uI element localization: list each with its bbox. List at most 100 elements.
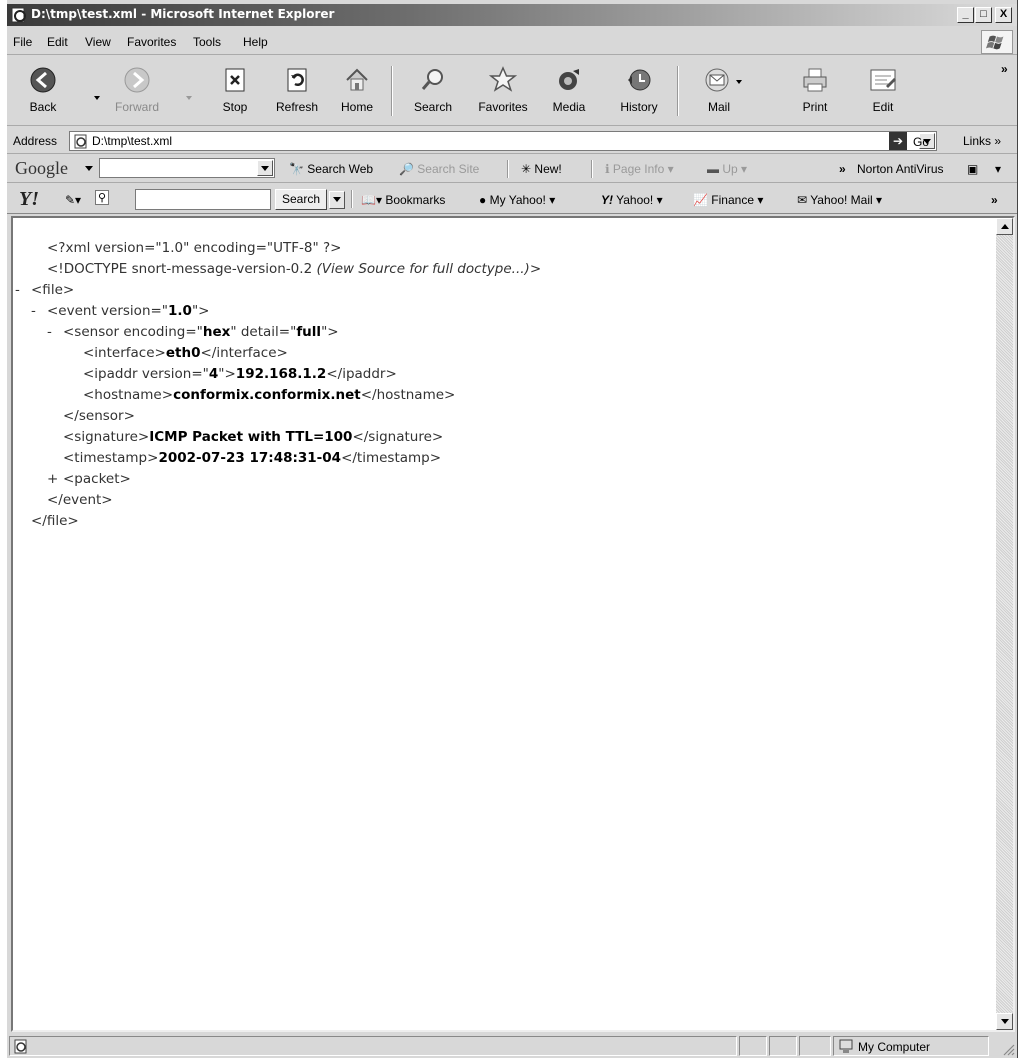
- google-menu-dropdown-icon[interactable]: [85, 166, 93, 172]
- ipaddr-line: <ipaddr version="4">192.168.1.2</ipaddr>: [83, 366, 397, 382]
- scroll-down-button[interactable]: [996, 1013, 1013, 1030]
- menu-bar: File Edit View Favorites Tools Help: [7, 29, 1017, 55]
- my-yahoo-label: My Yahoo!: [489, 193, 546, 207]
- search-web-label: Search Web: [307, 162, 374, 176]
- search-button[interactable]: Search: [401, 66, 465, 122]
- my-yahoo-icon: ●: [479, 193, 487, 207]
- home-label: Home: [340, 100, 373, 114]
- zone-label: My Computer: [858, 1040, 931, 1054]
- status-pane: [799, 1036, 831, 1056]
- yahoo-more-chevron[interactable]: »: [991, 193, 998, 207]
- edit-button[interactable]: Edit: [851, 66, 915, 122]
- up-button[interactable]: ▬ Up ▾: [707, 162, 747, 176]
- collapse-toggle[interactable]: -: [15, 282, 31, 298]
- sensor-open-line: - <sensor encoding="hex" detail="full">: [47, 324, 339, 340]
- folder-up-icon: ▬: [707, 162, 719, 176]
- interface-line: <interface>eth0</interface>: [83, 345, 288, 361]
- address-label: Address: [13, 134, 58, 148]
- ie-page-icon: [74, 134, 87, 149]
- stop-button[interactable]: Stop: [203, 66, 267, 122]
- go-label: Go: [913, 135, 930, 149]
- back-button[interactable]: Back: [11, 66, 75, 122]
- info-icon: ℹ: [605, 162, 610, 176]
- address-field[interactable]: [69, 131, 937, 151]
- refresh-button[interactable]: Refresh: [265, 66, 329, 122]
- history-button[interactable]: History: [607, 66, 671, 122]
- menu-file[interactable]: File: [13, 35, 32, 49]
- expand-toggle[interactable]: +: [47, 471, 63, 487]
- google-search-input[interactable]: [99, 158, 275, 178]
- toolbar-more-chevron[interactable]: »: [1001, 62, 1008, 76]
- links-button[interactable]: Links »: [963, 134, 1001, 148]
- google-more-chevron[interactable]: »: [839, 162, 846, 176]
- search-site-button[interactable]: 🔎 Search Site: [399, 162, 479, 176]
- title-bar[interactable]: D:\tmp\test.xml - Microsoft Internet Exp…: [7, 4, 1017, 26]
- my-computer-icon: [839, 1039, 853, 1053]
- media-button[interactable]: Media: [537, 66, 601, 122]
- maximize-button[interactable]: □: [975, 7, 992, 23]
- minimize-button[interactable]: _: [957, 7, 974, 23]
- magnifier-icon: ⚲: [95, 190, 110, 205]
- vertical-scrollbar[interactable]: [996, 218, 1013, 1030]
- yahoo-small-logo-icon: Y!: [601, 193, 613, 207]
- print-label: Print: [802, 100, 828, 114]
- status-pane: [739, 1036, 767, 1056]
- separator: [507, 160, 509, 178]
- toolbar-separator: [391, 66, 393, 116]
- scroll-up-button[interactable]: [996, 218, 1013, 235]
- site-search-icon: 🔎: [399, 162, 414, 176]
- stop-label: Stop: [222, 100, 248, 114]
- browser-window: D:\tmp\test.xml - Microsoft Internet Exp…: [6, 0, 1018, 1058]
- new-button[interactable]: ✳ New!: [521, 162, 562, 176]
- menu-help[interactable]: Help: [243, 35, 268, 49]
- collapse-toggle[interactable]: -: [31, 303, 47, 319]
- forward-button[interactable]: Forward: [105, 66, 169, 122]
- yahoo-search-dropdown-button[interactable]: [329, 191, 345, 209]
- back-dropdown-icon[interactable]: [93, 94, 101, 102]
- norton-antivirus-button[interactable]: Norton AntiVirus: [857, 162, 944, 176]
- yahoo-search-input[interactable]: [135, 189, 271, 210]
- menu-tools[interactable]: Tools: [193, 35, 221, 49]
- menu-edit[interactable]: Edit: [47, 35, 68, 49]
- print-button[interactable]: Print: [783, 66, 847, 122]
- status-text-pane: [9, 1036, 737, 1056]
- chevron-down-icon: ▾: [741, 162, 748, 176]
- forward-dropdown-icon[interactable]: [185, 94, 193, 102]
- my-yahoo-button[interactable]: ● My Yahoo! ▾: [479, 193, 555, 207]
- page-info-button[interactable]: ℹ Page Info ▾: [605, 162, 674, 176]
- resize-grip-icon[interactable]: [1001, 1042, 1015, 1056]
- mail-label: Mail: [707, 100, 730, 114]
- home-button[interactable]: Home: [325, 66, 389, 122]
- yahoo-button[interactable]: Y! Yahoo! ▾: [601, 193, 663, 207]
- view-source-note: (View Source for full doctype...): [316, 261, 530, 277]
- google-search-dropdown-button[interactable]: [257, 160, 273, 176]
- up-label: Up: [722, 162, 738, 176]
- go-button[interactable]: ➔ Go: [889, 132, 949, 152]
- menu-favorites[interactable]: Favorites: [127, 35, 176, 49]
- menu-view[interactable]: View: [85, 35, 111, 49]
- finance-chart-icon: 📈: [693, 193, 708, 207]
- back-arrow-icon: [30, 67, 56, 93]
- mail-dropdown-icon[interactable]: [735, 78, 743, 86]
- norton-icon[interactable]: ▣: [967, 162, 978, 176]
- separator: [351, 190, 353, 208]
- media-icon: [559, 69, 579, 90]
- ie-page-icon: [14, 1039, 27, 1054]
- mail-button[interactable]: Mail: [687, 66, 751, 122]
- google-toolbar: Google 🔭 Search Web 🔎 Search Site ✳ New!…: [7, 155, 1017, 183]
- close-button[interactable]: X: [995, 7, 1012, 23]
- yahoo-search-button[interactable]: Search: [275, 189, 327, 210]
- pencil-icon[interactable]: ✎▾: [65, 193, 81, 207]
- collapse-toggle[interactable]: -: [47, 324, 63, 340]
- yahoo-mail-button[interactable]: ✉ Yahoo! Mail ▾: [797, 193, 882, 207]
- search-web-button[interactable]: 🔭 Search Web: [289, 162, 373, 176]
- bookmarks-label: Bookmarks: [385, 193, 446, 207]
- bookmarks-button[interactable]: 📖▾ Bookmarks: [361, 193, 445, 207]
- address-input[interactable]: [92, 133, 912, 149]
- yahoo-logo[interactable]: Y!: [19, 188, 39, 211]
- finance-button[interactable]: 📈 Finance ▾: [693, 193, 763, 207]
- separator: [591, 160, 593, 178]
- chevron-down-icon[interactable]: ▾: [995, 162, 1001, 176]
- google-logo[interactable]: Google: [15, 158, 68, 179]
- favorites-button[interactable]: Favorites: [471, 66, 535, 122]
